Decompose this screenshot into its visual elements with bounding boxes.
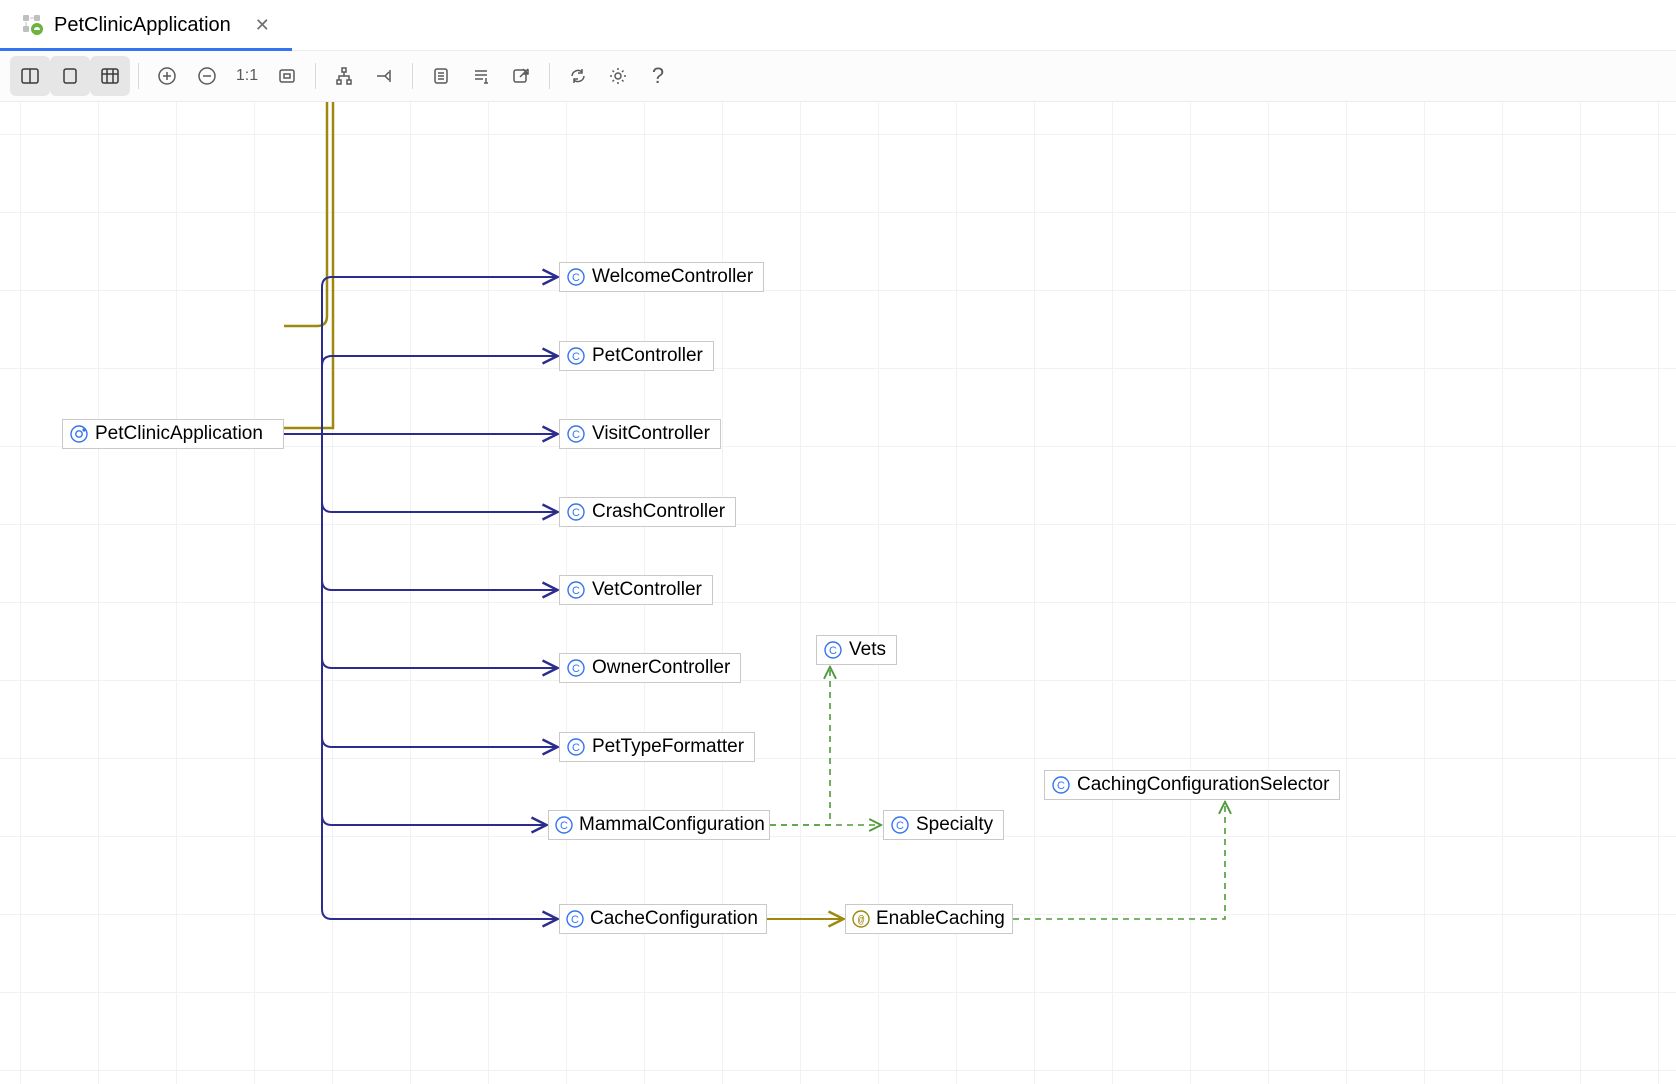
- zoom-actual-button[interactable]: 1:1: [227, 56, 267, 96]
- svg-text:C: C: [572, 272, 580, 284]
- toolbar-separator: [412, 63, 413, 89]
- diagram-node-vets[interactable]: C Vets: [816, 635, 897, 665]
- diagram-node-crash[interactable]: C CrashController: [559, 497, 736, 527]
- diagram-edges: [0, 102, 1676, 1084]
- node-label: VisitController: [592, 423, 710, 445]
- view-mode-grid-icon[interactable]: [90, 56, 130, 96]
- route-edges-icon[interactable]: [364, 56, 404, 96]
- class-icon: C: [555, 815, 573, 835]
- class-icon: C: [566, 737, 586, 757]
- node-label: OwnerController: [592, 657, 730, 679]
- editor-tabbar: PetClinicApplication ✕: [0, 0, 1676, 51]
- node-label: CacheConfiguration: [590, 908, 758, 930]
- svg-text:C: C: [896, 820, 904, 832]
- layout-tree-icon[interactable]: [324, 56, 364, 96]
- svg-text:C: C: [571, 914, 579, 926]
- node-label: CrashController: [592, 501, 725, 523]
- class-icon: C: [566, 658, 586, 678]
- node-label: Vets: [849, 639, 886, 661]
- svg-text:@: @: [858, 915, 865, 927]
- spring-bean-icon: [69, 424, 89, 444]
- tab-petclinic[interactable]: PetClinicApplication ✕: [0, 0, 292, 50]
- svg-text:C: C: [572, 429, 580, 441]
- diagram-canvas[interactable]: PetClinicApplicationCWelcomeControllerCP…: [0, 102, 1676, 1084]
- svg-text:C: C: [1057, 780, 1065, 792]
- diagram-node-vet[interactable]: C VetController: [559, 575, 713, 605]
- svg-text:C: C: [572, 742, 580, 754]
- node-label: MammalConfiguration: [579, 814, 765, 836]
- view-mode-page-icon[interactable]: [50, 56, 90, 96]
- class-icon: C: [566, 424, 586, 444]
- class-icon: C: [566, 346, 586, 366]
- node-label: PetClinicApplication: [95, 423, 263, 445]
- class-icon: C: [823, 640, 843, 660]
- node-label: EnableCaching: [876, 908, 1005, 930]
- view-mode-split-icon[interactable]: [10, 56, 50, 96]
- tab-title: PetClinicApplication: [54, 14, 231, 37]
- diagram-node-fmt[interactable]: C PetTypeFormatter: [559, 732, 755, 762]
- close-icon[interactable]: ✕: [255, 15, 270, 36]
- diagram-node-enable[interactable]: @ EnableCaching: [845, 904, 1013, 934]
- export-icon[interactable]: [501, 56, 541, 96]
- class-icon: C: [566, 502, 586, 522]
- svg-text:C: C: [572, 351, 580, 363]
- diagram-toolbar: 1:1: [0, 51, 1676, 102]
- diagram-node-visit[interactable]: C VisitController: [559, 419, 721, 449]
- node-label: PetTypeFormatter: [592, 736, 744, 758]
- node-label: Specialty: [916, 814, 993, 836]
- svg-text:C: C: [572, 585, 580, 597]
- refresh-icon[interactable]: [558, 56, 598, 96]
- diagram-node-owner[interactable]: C OwnerController: [559, 653, 741, 683]
- fit-content-icon[interactable]: [267, 56, 307, 96]
- diagram-node-selector[interactable]: C CachingConfigurationSelector: [1044, 770, 1340, 800]
- class-icon: C: [566, 909, 584, 929]
- diagram-node-specialty[interactable]: C Specialty: [883, 810, 1004, 840]
- zoom-in-icon[interactable]: [147, 56, 187, 96]
- class-icon: C: [890, 815, 910, 835]
- svg-text:C: C: [829, 645, 837, 657]
- svg-text:C: C: [560, 820, 568, 832]
- svg-text:C: C: [572, 507, 580, 519]
- diagram-node-welcome[interactable]: C WelcomeController: [559, 262, 764, 292]
- diagram-node-root[interactable]: PetClinicApplication: [62, 419, 284, 449]
- diagram-node-mammal[interactable]: C MammalConfiguration: [548, 810, 770, 840]
- annotation-icon: @: [852, 909, 870, 929]
- diagram-node-cache[interactable]: C CacheConfiguration: [559, 904, 767, 934]
- class-icon: C: [566, 580, 586, 600]
- class-icon: C: [1051, 775, 1071, 795]
- toolbar-separator: [549, 63, 550, 89]
- help-icon[interactable]: ?: [638, 56, 678, 96]
- diagram-node-pet[interactable]: C PetController: [559, 341, 714, 371]
- edit-labels-icon[interactable]: [461, 56, 501, 96]
- spring-diagram-file-icon: [22, 14, 44, 36]
- zoom-out-icon[interactable]: [187, 56, 227, 96]
- node-label: VetController: [592, 579, 702, 601]
- node-label: WelcomeController: [592, 266, 753, 288]
- toolbar-separator: [315, 63, 316, 89]
- node-label: PetController: [592, 345, 703, 367]
- settings-icon[interactable]: [598, 56, 638, 96]
- svg-text:C: C: [572, 663, 580, 675]
- appearance-icon[interactable]: [421, 56, 461, 96]
- node-label: CachingConfigurationSelector: [1077, 774, 1329, 796]
- class-icon: C: [566, 267, 586, 287]
- toolbar-separator: [138, 63, 139, 89]
